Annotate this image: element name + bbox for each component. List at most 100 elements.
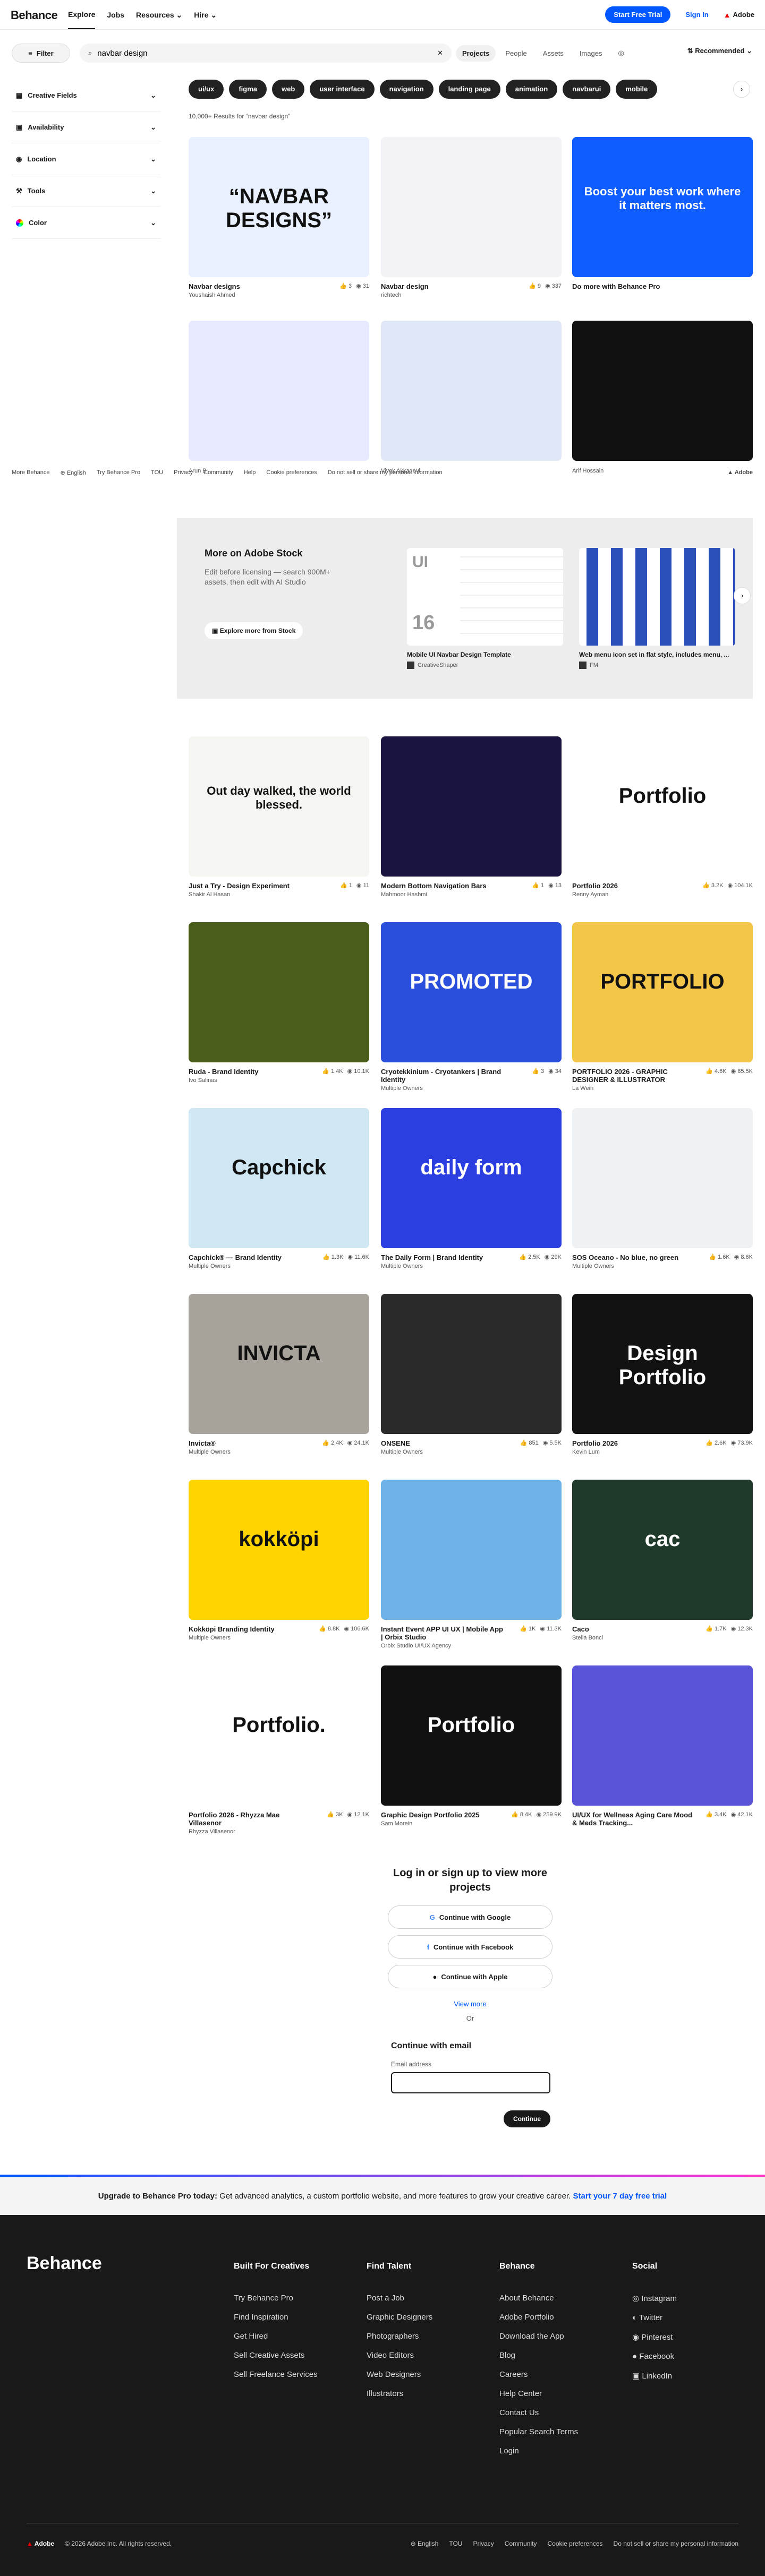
footer-link[interactable]: Illustrators xyxy=(367,2389,432,2398)
project-thumbnail[interactable] xyxy=(572,1108,753,1248)
search-input[interactable] xyxy=(97,48,432,58)
footer-link[interactable]: Contact Us xyxy=(499,2408,578,2417)
project-card[interactable]: PROMOTED Cryotekkinium - Cryotankers | Br… xyxy=(381,922,562,1092)
project-card[interactable]: UI/UX for Wellness Aging Care Mood & Med… xyxy=(572,1665,753,1828)
footer-link[interactable]: Photographers xyxy=(367,2332,432,2341)
project-title[interactable]: Caco xyxy=(572,1625,603,1633)
project-card[interactable]: Portfolio Portfolio 2026 Renny Ayman 👍 3.2K… xyxy=(572,736,753,898)
footer-link[interactable]: Video Editors xyxy=(367,2351,432,2360)
project-thumbnail[interactable]: “NAVBAR DESIGNS” xyxy=(189,137,369,277)
sort-select[interactable]: ⇅ Recommended ⌄ xyxy=(687,47,752,55)
nav-hire[interactable]: Hire ⌄ xyxy=(194,11,217,20)
filter-availability[interactable]: ▣ Availability ⌄ xyxy=(12,111,160,143)
project-card[interactable]: Capchick Capchick® — Brand Identity Multip… xyxy=(189,1108,369,1269)
footer-link[interactable]: Sell Freelance Services xyxy=(234,2370,318,2379)
project-title[interactable]: Do more with Behance Pro xyxy=(572,282,660,290)
project-thumbnail[interactable] xyxy=(572,1665,753,1806)
project-card[interactable]: Arun B xyxy=(189,321,369,474)
stock-card[interactable]: Web menu icon set in flat style, include… xyxy=(579,548,735,669)
project-thumbnail[interactable]: PORTFOLIO xyxy=(572,922,753,1062)
footer-do-not-sell[interactable]: Do not sell or share my personal informa… xyxy=(614,2540,738,2547)
project-card[interactable]: kokköpi Kokköpi Branding Identity Multiple… xyxy=(189,1480,369,1641)
linkedin-link[interactable]: ▣ LinkedIn xyxy=(632,2371,677,2381)
project-owner[interactable]: richtech xyxy=(381,292,429,298)
project-title[interactable]: Navbar designs xyxy=(189,282,240,290)
project-title[interactable]: Invicta® xyxy=(189,1439,231,1447)
tag-chip[interactable]: user interface xyxy=(310,80,375,99)
scope-assets[interactable]: Assets xyxy=(537,45,570,62)
project-owner[interactable]: Sam Morein xyxy=(381,1821,480,1827)
scope-projects[interactable]: Projects xyxy=(456,45,496,62)
tag-chip[interactable]: animation xyxy=(505,80,558,99)
project-owner[interactable]: Youshaish Ahmed xyxy=(189,292,240,298)
project-card[interactable]: cac Caco Stella Bonci 👍 1.7K ◉ 12.3K xyxy=(572,1480,753,1641)
project-title[interactable]: Just a Try - Design Experiment xyxy=(189,882,290,890)
project-card[interactable]: Portfolio Graphic Design Portfolio 2025 Sa… xyxy=(381,1665,562,1827)
project-title[interactable]: Kokköpi Branding Identity xyxy=(189,1625,275,1633)
nav-jobs[interactable]: Jobs xyxy=(107,11,124,19)
project-card[interactable]: Navbar design richtech 👍 9 ◉ 337 xyxy=(381,137,562,298)
footer-link[interactable]: Popular Search Terms xyxy=(499,2427,578,2436)
project-thumbnail[interactable] xyxy=(381,736,562,877)
project-thumbnail[interactable]: Capchick xyxy=(189,1108,369,1248)
facebook-link[interactable]: ● Facebook xyxy=(632,2352,677,2361)
project-title[interactable]: Graphic Design Portfolio 2025 xyxy=(381,1811,480,1819)
project-card[interactable]: Ruda - Brand Identity Ivo Salinas 👍 1.4K ◉ … xyxy=(189,922,369,1084)
project-thumbnail[interactable]: Portfolio xyxy=(381,1665,562,1806)
project-owner[interactable]: Renny Ayman xyxy=(572,891,618,898)
project-thumbnail[interactable] xyxy=(381,321,562,461)
project-thumbnail[interactable]: Portfolio xyxy=(572,736,753,877)
project-owner[interactable]: Ivo Salinas xyxy=(189,1077,258,1084)
instagram-link[interactable]: ◎ Instagram xyxy=(632,2294,677,2303)
stock-next-button[interactable]: › xyxy=(734,587,751,604)
scope-people[interactable]: People xyxy=(499,45,533,62)
footer-tou[interactable]: TOU xyxy=(449,2540,462,2547)
project-card[interactable]: Modern Bottom Navigation Bars Mahmoor Has… xyxy=(381,736,562,898)
sign-in-button[interactable]: Sign In xyxy=(678,6,716,23)
nav-resources[interactable]: Resources ⌄ xyxy=(136,11,182,20)
behance-logo[interactable]: Behance xyxy=(11,8,58,22)
language-select[interactable]: ⊕ English xyxy=(61,469,86,476)
google-login-button[interactable]: G Continue with Google xyxy=(388,1905,552,1929)
tag-chip[interactable]: mobile xyxy=(616,80,658,99)
project-owner[interactable]: Orbix Studio UI/UX Agency xyxy=(381,1643,503,1649)
upgrade-cta[interactable]: Start your 7 day free trial xyxy=(573,2192,667,2201)
project-owner[interactable]: Stella Bonci xyxy=(572,1635,603,1641)
more-behance-link[interactable]: More Behance xyxy=(12,469,50,476)
email-field[interactable] xyxy=(391,2072,550,2093)
project-card[interactable]: PORTFOLIO PORTFOLIO 2026 - GRAPHIC DESIGN… xyxy=(572,922,753,1092)
footer-link[interactable]: Blog xyxy=(499,2351,578,2360)
footer-community[interactable]: Community xyxy=(505,2540,537,2547)
footer-link[interactable]: Get Hired xyxy=(234,2332,318,2341)
project-owner[interactable]: Kevin Lum xyxy=(572,1449,618,1455)
project-thumbnail[interactable]: daily form xyxy=(381,1108,562,1248)
project-owner[interactable]: Rhyzza Villasenor xyxy=(189,1828,311,1835)
project-owner[interactable]: Multiple Owners xyxy=(189,1263,282,1269)
project-owner[interactable]: Multiple Owners xyxy=(381,1085,503,1092)
project-thumbnail[interactable]: Portfolio. xyxy=(189,1665,369,1806)
project-owner[interactable]: Multiple Owners xyxy=(381,1449,423,1455)
project-thumbnail[interactable] xyxy=(381,137,562,277)
project-owner[interactable]: La Weiri xyxy=(572,1085,694,1092)
project-thumbnail[interactable]: Design Portfolio xyxy=(572,1294,753,1434)
project-owner[interactable]: Multiple Owners xyxy=(381,1263,483,1269)
privacy-link[interactable]: Privacy xyxy=(174,469,193,476)
project-thumbnail[interactable]: INVICTA xyxy=(189,1294,369,1434)
nav-explore[interactable]: Explore xyxy=(68,1,96,29)
project-card[interactable]: Portfolio. Portfolio 2026 - Rhyzza Mae Vi… xyxy=(189,1665,369,1835)
filter-color[interactable]: Color ⌄ xyxy=(12,207,160,239)
image-search-icon[interactable]: ◎ xyxy=(611,45,630,62)
project-thumbnail[interactable] xyxy=(189,321,369,461)
project-title[interactable]: Modern Bottom Navigation Bars xyxy=(381,882,487,890)
do-not-sell-link[interactable]: Do not sell or share my personal informa… xyxy=(328,469,443,476)
filter-location[interactable]: ◉ Location ⌄ xyxy=(12,143,160,175)
project-thumbnail[interactable] xyxy=(572,321,753,461)
project-title[interactable]: UI/UX for Wellness Aging Care Mood & Med… xyxy=(572,1811,694,1827)
filter-button[interactable]: ≡ Filter xyxy=(12,44,70,63)
twitter-link[interactable]: ◐ Twitter xyxy=(632,2313,677,2322)
tag-chip[interactable]: landing page xyxy=(438,80,500,99)
footer-link[interactable]: Post a Job xyxy=(367,2294,432,2303)
footer-language[interactable]: ⊕ English xyxy=(411,2540,439,2547)
footer-link[interactable]: Sell Creative Assets xyxy=(234,2351,318,2360)
project-owner[interactable]: Multiple Owners xyxy=(189,1635,275,1641)
